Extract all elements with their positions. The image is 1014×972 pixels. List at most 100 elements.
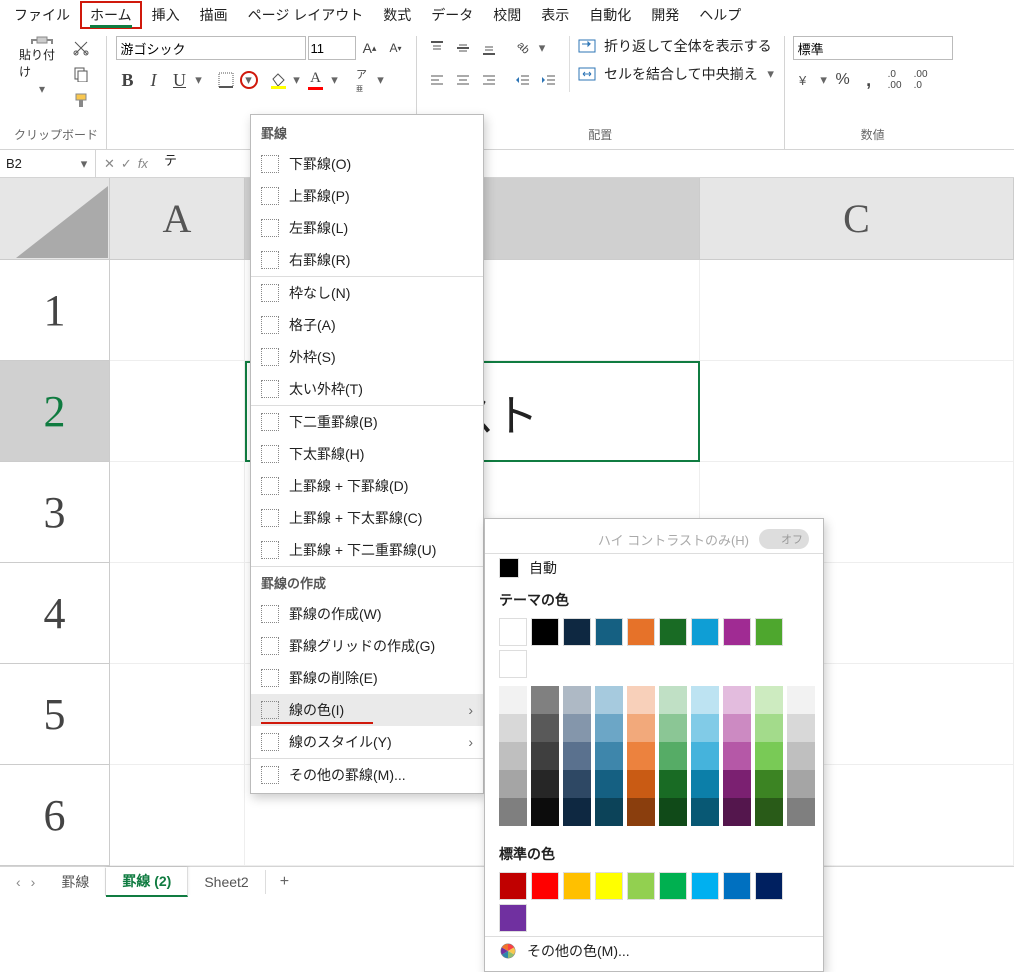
increase-font-button[interactable]: A▴: [358, 36, 382, 60]
menu-pagelayout[interactable]: ページ レイアウト: [238, 1, 374, 29]
sheet-tab-1[interactable]: 罫線: [45, 868, 106, 896]
menu-view[interactable]: 表示: [531, 1, 579, 29]
border-item-l[interactable]: 左罫線(L): [251, 212, 483, 244]
color-swatch[interactable]: [691, 686, 719, 714]
color-swatch[interactable]: [499, 770, 527, 798]
comma-button[interactable]: ,: [857, 68, 881, 92]
more-colors-item[interactable]: その他の色(M)...: [485, 936, 823, 965]
border-item-i[interactable]: 線の色(I)›: [251, 694, 483, 726]
color-swatch[interactable]: [755, 798, 783, 826]
border-item-y[interactable]: 線のスタイル(Y)›: [251, 726, 483, 758]
align-top-button[interactable]: [425, 36, 449, 60]
color-swatch[interactable]: [723, 770, 751, 798]
font-size-select[interactable]: [308, 36, 356, 60]
format-painter-button[interactable]: [69, 88, 93, 112]
high-contrast-toggle[interactable]: オフ: [759, 529, 809, 549]
color-swatch[interactable]: [787, 686, 815, 714]
border-item-c[interactable]: 上罫線 + 下太罫線(C): [251, 502, 483, 534]
color-swatch[interactable]: [723, 714, 751, 742]
merge-center-button[interactable]: セルを結合して中央揃え ▾: [578, 64, 776, 84]
copy-button[interactable]: [69, 62, 93, 86]
cell-a3[interactable]: [110, 462, 245, 563]
auto-color-item[interactable]: 自動: [485, 553, 823, 582]
menu-review[interactable]: 校閲: [483, 1, 531, 29]
cut-button[interactable]: [69, 36, 93, 60]
color-swatch[interactable]: [499, 904, 527, 932]
color-swatch[interactable]: [531, 872, 559, 900]
chevron-down-icon[interactable]: ▾: [819, 72, 829, 88]
color-swatch[interactable]: [691, 618, 719, 646]
color-swatch[interactable]: [499, 618, 527, 646]
chevron-down-icon[interactable]: ▾: [194, 72, 204, 88]
paste-button[interactable]: 貼り付け ▾: [19, 36, 65, 96]
border-item-u[interactable]: 上罫線 + 下二重罫線(U): [251, 534, 483, 566]
align-right-button[interactable]: [477, 68, 501, 92]
cell-a1[interactable]: [110, 260, 245, 361]
color-swatch[interactable]: [627, 742, 655, 770]
color-swatch[interactable]: [595, 714, 623, 742]
color-swatch[interactable]: [563, 872, 591, 900]
chevron-down-icon[interactable]: ▾: [537, 40, 547, 56]
menu-formulas[interactable]: 数式: [373, 1, 421, 29]
wrap-text-button[interactable]: 折り返して全体を表示する: [578, 36, 776, 56]
color-swatch[interactable]: [723, 872, 751, 900]
percent-button[interactable]: %: [831, 68, 855, 92]
color-swatch[interactable]: [627, 686, 655, 714]
menu-automate[interactable]: 自動化: [579, 1, 641, 29]
phonetic-button[interactable]: ア亜: [350, 68, 374, 92]
border-item-p[interactable]: 上罫線(P): [251, 180, 483, 212]
name-box[interactable]: B2 ▾: [0, 150, 96, 177]
color-swatch[interactable]: [627, 618, 655, 646]
cell-a5[interactable]: [110, 664, 245, 765]
row-header-5[interactable]: 5: [0, 664, 110, 765]
color-swatch[interactable]: [755, 714, 783, 742]
menu-draw[interactable]: 描画: [190, 1, 238, 29]
color-swatch[interactable]: [531, 686, 559, 714]
increase-indent-button[interactable]: [537, 68, 561, 92]
fill-color-button[interactable]: [266, 68, 290, 92]
number-format-select[interactable]: [793, 36, 953, 60]
border-item-t[interactable]: 太い外枠(T): [251, 373, 483, 405]
cell-c2[interactable]: [700, 361, 1014, 462]
cell-a6[interactable]: [110, 765, 245, 866]
align-bottom-button[interactable]: [477, 36, 501, 60]
color-swatch[interactable]: [595, 798, 623, 826]
border-dropdown-icon[interactable]: ▾: [244, 72, 254, 88]
border-item-e[interactable]: 罫線の削除(E): [251, 662, 483, 694]
bold-button[interactable]: B: [116, 68, 140, 92]
sheet-tab-2[interactable]: 罫線 (2): [106, 867, 188, 897]
orientation-button[interactable]: ab: [511, 36, 535, 60]
color-swatch[interactable]: [691, 872, 719, 900]
menu-help[interactable]: ヘルプ: [689, 1, 751, 29]
menu-insert[interactable]: 挿入: [142, 1, 190, 29]
border-item-w[interactable]: 罫線の作成(W): [251, 598, 483, 630]
chevron-down-icon[interactable]: ▾: [376, 72, 386, 88]
color-swatch[interactable]: [723, 798, 751, 826]
increase-decimal-button[interactable]: .0.00: [883, 68, 907, 92]
cell-a2[interactable]: [110, 361, 245, 462]
align-left-button[interactable]: [425, 68, 449, 92]
cancel-icon[interactable]: ✕: [104, 156, 115, 172]
color-swatch[interactable]: [531, 770, 559, 798]
border-item-s[interactable]: 外枠(S): [251, 341, 483, 373]
color-swatch[interactable]: [787, 770, 815, 798]
color-swatch[interactable]: [531, 714, 559, 742]
chevron-down-icon[interactable]: ▾: [292, 72, 302, 88]
menu-data[interactable]: データ: [421, 1, 483, 29]
fx-button[interactable]: fx: [138, 156, 148, 171]
font-color-button[interactable]: A: [304, 68, 328, 92]
font-family-select[interactable]: [116, 36, 306, 60]
italic-button[interactable]: I: [142, 68, 166, 92]
border-item-m[interactable]: その他の罫線(M)...: [251, 758, 483, 791]
cell-c1[interactable]: [700, 260, 1014, 361]
color-swatch[interactable]: [659, 686, 687, 714]
color-swatch[interactable]: [691, 714, 719, 742]
chevron-down-icon[interactable]: ▾: [330, 72, 340, 88]
color-swatch[interactable]: [627, 872, 655, 900]
chevron-down-icon[interactable]: ▾: [766, 66, 776, 82]
align-center-button[interactable]: [451, 68, 475, 92]
color-swatch[interactable]: [787, 798, 815, 826]
color-swatch[interactable]: [691, 742, 719, 770]
color-swatch[interactable]: [723, 686, 751, 714]
color-swatch[interactable]: [563, 618, 591, 646]
